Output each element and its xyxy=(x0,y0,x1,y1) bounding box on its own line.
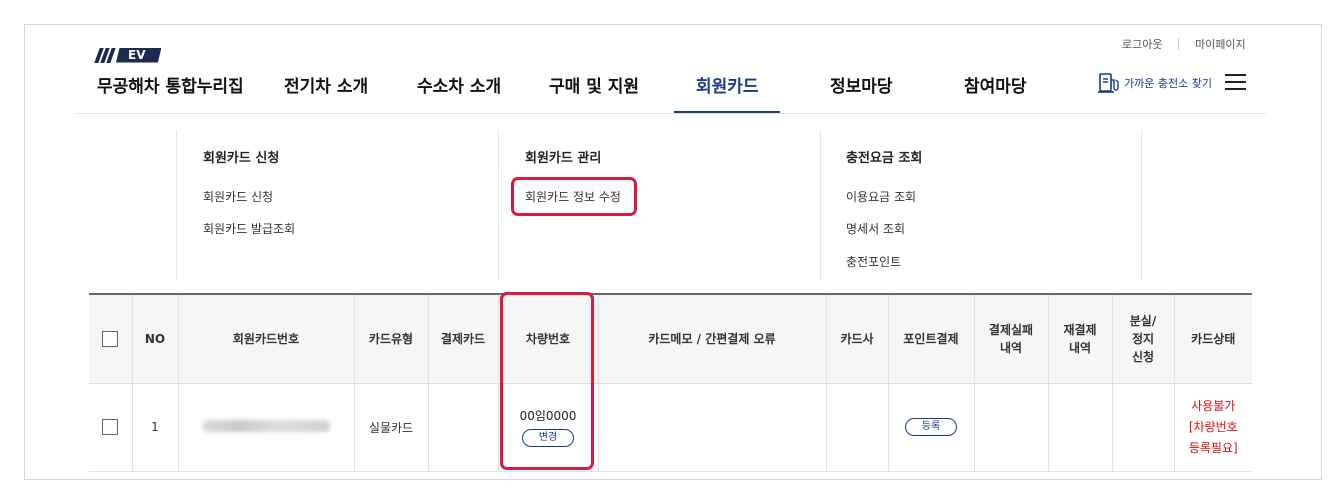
row-memo xyxy=(598,383,827,472)
row-card-status: 사용불가 [차량번호 등록필요] xyxy=(1174,383,1252,472)
logo-ev-badge: EV xyxy=(116,47,162,63)
submenu-link-charge-point[interactable]: 충전포인트 xyxy=(846,253,901,270)
submenu-link-card-info-edit[interactable]: 회원카드 정보 수정 xyxy=(525,188,621,205)
masked-card-number xyxy=(202,419,330,432)
header-memo: 카드메모 / 간편결제 오류 xyxy=(598,294,827,384)
card-status-text: 사용불가 [차량번호 등록필요] xyxy=(1188,398,1238,455)
row-point-payment: 등록 xyxy=(888,383,975,472)
change-vehicle-button[interactable]: 변경 xyxy=(522,429,574,447)
site-logo[interactable]: EV xyxy=(94,46,162,64)
row-payment-card xyxy=(428,383,499,472)
charger-station-icon xyxy=(1098,72,1120,94)
vehicle-number-value: 00임0000 xyxy=(519,409,577,423)
submenu-divider xyxy=(176,130,177,280)
register-point-button[interactable]: 등록 xyxy=(905,418,957,436)
row-card-number xyxy=(178,383,355,472)
row-payment-fail xyxy=(974,383,1049,472)
header-issuer: 카드사 xyxy=(826,294,889,384)
row-no: 1 xyxy=(132,383,179,472)
submenu-heading-charge-fee: 충전요금 조회 xyxy=(846,151,923,166)
submenu-heading-card-apply: 회원카드 신청 xyxy=(203,151,280,166)
row-lost-stop xyxy=(1112,383,1175,472)
logo-stripes-icon xyxy=(94,47,116,63)
table-header-row: NO 회원카드번호 카드유형 결제카드 차량번호 카드메모 / 간편결제 오류 … xyxy=(89,294,1252,384)
member-card-table: NO 회원카드번호 카드유형 결제카드 차량번호 카드메모 / 간편결제 오류 … xyxy=(89,293,1252,472)
row-vehicle-cell: 00임0000 변경 xyxy=(498,383,599,472)
submenu-heading-card-manage: 회원카드 관리 xyxy=(525,151,602,166)
row-repayment xyxy=(1048,383,1113,472)
menu-icon[interactable] xyxy=(1225,74,1246,90)
header-vehicle-number: 차량번호 xyxy=(498,294,599,384)
row-select-cell xyxy=(89,383,133,472)
header-card-status: 카드상태 xyxy=(1174,294,1252,384)
header-payment-card: 결제카드 xyxy=(428,294,499,384)
logout-link[interactable]: 로그아웃 xyxy=(1122,36,1162,52)
find-charger-link[interactable]: 가까운 충전소 찾기 xyxy=(1098,72,1212,94)
header-point-payment: 포인트결제 xyxy=(888,294,975,384)
table-row: 1 실물카드 00임0000 변경 등록 사용불가 [차량번호 등록필요] xyxy=(89,383,1252,472)
util-divider xyxy=(1178,38,1179,50)
nav-item-hydrogen-intro[interactable]: 수소차 소개 xyxy=(417,72,501,97)
header-select-all xyxy=(89,294,133,384)
submenu-link-usage-fee[interactable]: 이용요금 조회 xyxy=(846,188,916,205)
header-no: NO xyxy=(132,294,179,384)
header-card-type: 카드유형 xyxy=(354,294,429,384)
submenu-divider xyxy=(820,130,821,280)
header-lost-stop: 분실/ 정지 신청 xyxy=(1112,294,1175,384)
row-checkbox[interactable] xyxy=(102,419,119,435)
header-repayment: 재결제 내역 xyxy=(1048,294,1113,384)
nav-item-ev-intro[interactable]: 전기차 소개 xyxy=(284,72,368,97)
submenu-link-statement[interactable]: 명세서 조회 xyxy=(846,220,905,237)
select-all-checkbox[interactable] xyxy=(102,331,119,348)
header-divider xyxy=(76,113,1266,114)
submenu-divider xyxy=(1141,130,1142,280)
submenu-link-card-issue-check[interactable]: 회원카드 발급조회 xyxy=(203,220,295,237)
submenu-divider xyxy=(498,130,499,280)
nav-item-info[interactable]: 정보마당 xyxy=(830,72,893,97)
find-charger-label: 가까운 충전소 찾기 xyxy=(1124,77,1212,90)
header-card-number: 회원카드번호 xyxy=(178,294,355,384)
row-issuer xyxy=(826,383,889,472)
nav-item-purchase-support[interactable]: 구매 및 지원 xyxy=(549,72,639,97)
nav-item-participation[interactable]: 참여마당 xyxy=(964,72,1027,97)
nav-item-member-card[interactable]: 회원카드 xyxy=(696,72,759,97)
row-card-type: 실물카드 xyxy=(354,383,429,472)
site-title[interactable]: 무공해차 통합누리집 xyxy=(97,72,244,97)
submenu-link-card-apply[interactable]: 회원카드 신청 xyxy=(203,188,273,205)
mypage-link[interactable]: 마이페이지 xyxy=(1195,36,1246,52)
header-payment-fail: 결제실패 내역 xyxy=(974,294,1049,384)
